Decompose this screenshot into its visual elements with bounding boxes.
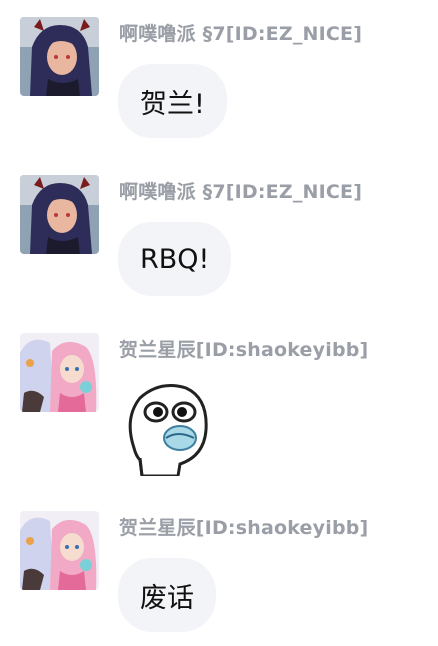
avatar[interactable] — [20, 333, 99, 412]
dark-hair-anime-avatar-icon — [20, 17, 99, 96]
message-bubble[interactable]: 贺兰! — [118, 64, 227, 138]
crying-meme-face-sticker-icon — [120, 378, 218, 478]
avatar[interactable] — [20, 511, 99, 590]
message-bubble[interactable]: RBQ! — [118, 222, 232, 296]
sender-name: 贺兰星辰[ID:shaokeyibb] — [119, 517, 369, 539]
sender-name: 啊噗噜派 §7[ID:EZ_NICE] — [119, 23, 363, 45]
message-bubble[interactable]: 废话 — [118, 558, 216, 632]
pink-hair-anime-avatar-icon — [20, 511, 99, 590]
pink-hair-anime-avatar-icon — [20, 333, 99, 412]
avatar[interactable] — [20, 17, 99, 96]
avatar[interactable] — [20, 175, 99, 254]
sender-name: 啊噗噜派 §7[ID:EZ_NICE] — [119, 181, 363, 203]
sticker-image[interactable] — [120, 378, 218, 478]
sender-name: 贺兰星辰[ID:shaokeyibb] — [119, 339, 369, 361]
dark-hair-anime-avatar-icon — [20, 175, 99, 254]
